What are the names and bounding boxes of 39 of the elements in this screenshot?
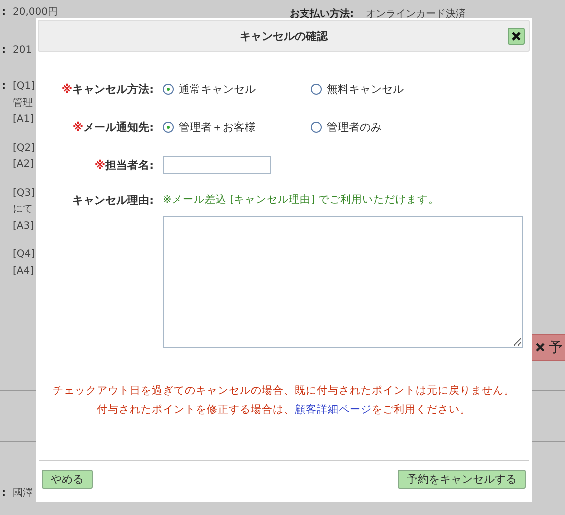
field-label: ※メール通知先: (72, 120, 155, 134)
dialog-title: キャンセルの確認 (240, 28, 328, 44)
field-label: キャンセル理由: (72, 193, 155, 208)
radio-option[interactable]: 管理者のみ (311, 120, 459, 134)
field-value: 管理 (13, 96, 34, 110)
field-value: 國澤 (13, 487, 33, 501)
field-value: [Q2] (13, 142, 36, 156)
warning-text: 付与されたポイントを修正する場合は、顧客詳細ページ をご利用ください。 (97, 403, 471, 417)
customer-detail-link[interactable]: 顧客詳細ページ (295, 404, 372, 416)
radio-option[interactable]: 管理者＋お客様 (163, 120, 311, 134)
cancel-button[interactable]: やめる (42, 470, 93, 489)
field-value: [Q1] (13, 80, 36, 94)
close-icon (536, 343, 545, 352)
colon: : (2, 80, 6, 94)
radio-option[interactable]: 通常キャンセル (163, 82, 311, 96)
close-button[interactable] (508, 28, 525, 45)
field-value: [A1] (13, 113, 36, 127)
input-field[interactable] (163, 156, 271, 174)
field-value: 20,000円 (13, 6, 58, 20)
field-value: [Q4] (13, 248, 36, 262)
colon: : (2, 6, 6, 20)
reserve-button[interactable]: 予 (531, 334, 565, 361)
field-label: ※キャンセル方法: (60, 82, 155, 96)
text-area[interactable] (163, 216, 523, 348)
field-value: [A2] (13, 158, 36, 172)
radio-option[interactable]: 無料キャンセル (311, 82, 459, 96)
field-value: にて (13, 203, 34, 217)
colon: : (2, 44, 6, 58)
field-value: [A4] (13, 264, 36, 278)
field-label: ※担当者名: (94, 158, 155, 172)
field-value: [Q3] (13, 186, 36, 200)
field-value: オンラインカード決済 (366, 8, 466, 21)
hint-text: ※メール差込 [キャンセル理由] でご利用いただけます。 (163, 193, 441, 207)
close-icon (512, 32, 521, 41)
field-value: [A3] (13, 220, 36, 234)
field-value: 201 (13, 44, 32, 58)
colon: : (2, 487, 6, 501)
confirm-button[interactable]: 予約をキャンセルする (398, 470, 526, 489)
warning-text: チェックアウト日を過ぎてのキャンセルの場合、既に付与されたポイントは元に戻りません。 (53, 384, 515, 398)
